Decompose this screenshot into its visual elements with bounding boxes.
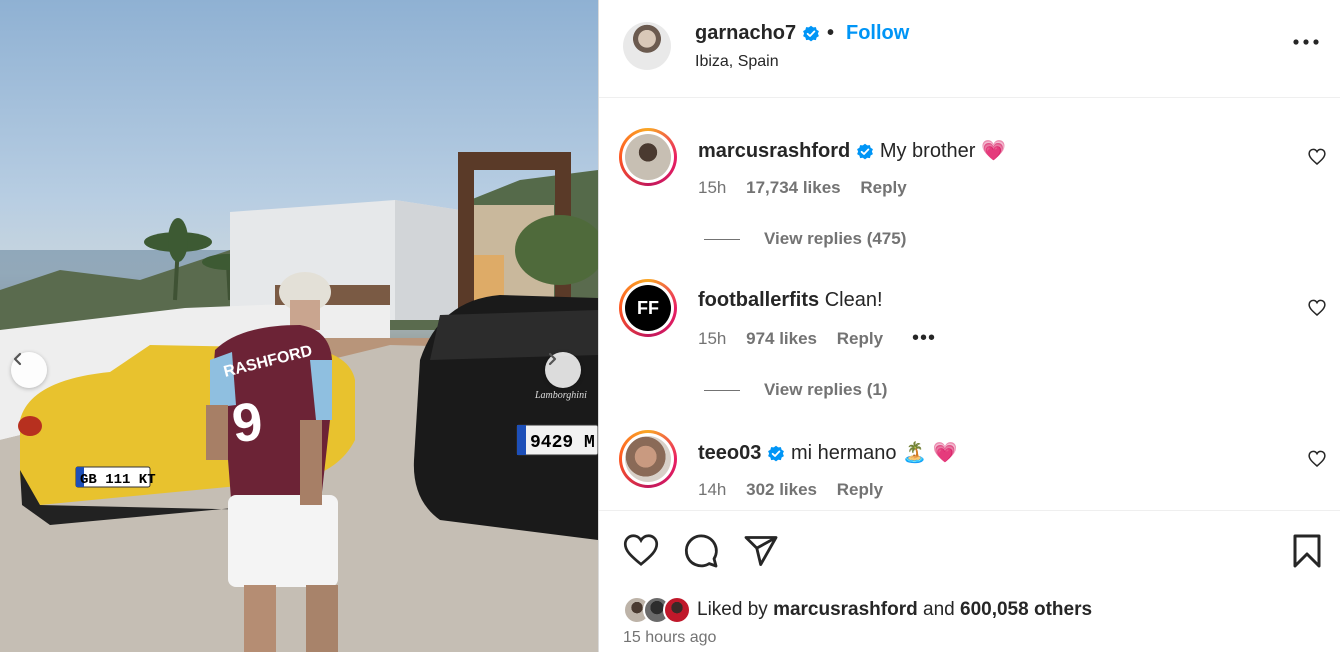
commenter-username[interactable]: marcusrashford <box>698 140 850 162</box>
comment-meta: 15h 974 likes Reply <box>698 329 898 349</box>
chevron-right-icon <box>548 352 557 366</box>
reply-button[interactable]: Reply <box>837 329 883 348</box>
comment-body: teeo03 mi hermano 🏝️ 💗 <box>698 440 957 465</box>
post-header: garnacho7 • Follow Ibiza, Spain <box>599 0 1340 98</box>
comment-time[interactable]: 15h <box>698 329 726 348</box>
post-photo[interactable]: RASHFORD 9 GB 111 KT 9429 M Lamborghini <box>0 0 598 652</box>
comment-body: footballerfits Clean! <box>698 289 883 312</box>
bookmark-icon[interactable] <box>1291 533 1323 569</box>
comment-text: Clean! <box>824 289 883 311</box>
heart-icon[interactable] <box>1308 299 1326 316</box>
comment-icon[interactable] <box>683 533 719 569</box>
reply-button[interactable]: Reply <box>860 178 906 197</box>
heart-icon[interactable] <box>623 533 659 567</box>
avatar-initials: FF <box>637 297 659 318</box>
view-replies-button[interactable]: View replies (1) <box>704 380 887 400</box>
author-username-row[interactable]: garnacho7 <box>695 22 820 45</box>
comment-time[interactable]: 14h <box>698 480 726 499</box>
svg-text:9429 M: 9429 M <box>530 433 595 453</box>
more-options-icon[interactable] <box>1293 38 1319 46</box>
view-replies-button[interactable]: View replies (475) <box>704 229 906 249</box>
svg-text:9: 9 <box>229 391 265 454</box>
liked-count-link[interactable]: 600,058 others <box>960 599 1092 620</box>
comment-meta: 14h 302 likes Reply <box>698 480 898 500</box>
comment-body: marcusrashford My brother 💗 <box>698 138 1006 163</box>
liked-by-text: Liked by marcusrashford and 600,058 othe… <box>697 599 1092 621</box>
follow-button[interactable]: Follow <box>846 22 909 45</box>
comment-likes[interactable]: 974 likes <box>746 329 817 348</box>
post-location[interactable]: Ibiza, Spain <box>695 53 779 71</box>
reply-button[interactable]: Reply <box>837 480 883 499</box>
liked-user-link[interactable]: marcusrashford <box>773 599 918 620</box>
heart-icon[interactable] <box>1308 148 1326 165</box>
liked-and: and <box>923 599 955 620</box>
author-avatar[interactable] <box>623 22 671 70</box>
separator-dot: • <box>827 22 835 44</box>
liked-prefix: Liked by <box>697 599 768 620</box>
commenter-avatar[interactable]: FF <box>619 279 677 337</box>
comment-likes[interactable]: 302 likes <box>746 480 817 499</box>
svg-text:GB 111 KT: GB 111 KT <box>80 472 156 488</box>
verified-badge-icon <box>803 25 820 42</box>
comment-text: My brother <box>879 140 976 162</box>
next-photo-button[interactable] <box>545 352 581 388</box>
author-username[interactable]: garnacho7 <box>695 22 796 44</box>
post-timestamp[interactable]: 15 hours ago <box>623 629 716 647</box>
verified-badge-icon <box>857 143 874 160</box>
comment-time[interactable]: 15h <box>698 178 726 197</box>
commenter-avatar[interactable] <box>619 430 677 488</box>
liked-by-row: Liked by marcusrashford and 600,058 othe… <box>623 594 1092 626</box>
chevron-left-icon <box>13 352 22 366</box>
svg-text:Lamborghini: Lamborghini <box>534 390 587 401</box>
comment-likes[interactable]: 17,734 likes <box>746 178 841 197</box>
comment-text: mi hermano <box>790 442 897 464</box>
commenter-username[interactable]: teeo03 <box>698 442 761 464</box>
verified-badge-icon <box>768 445 785 462</box>
heart-icon[interactable] <box>1308 450 1326 467</box>
comment-meta: 15h 17,734 likes Reply <box>698 178 922 198</box>
comment-emoji: 💗 <box>981 140 1006 162</box>
comment-options-button[interactable]: ••• <box>912 327 936 350</box>
post-side-panel: garnacho7 • Follow Ibiza, Spain marcusra… <box>599 0 1340 652</box>
photo-illustration: RASHFORD 9 GB 111 KT 9429 M Lamborghini <box>0 152 598 652</box>
previous-photo-button[interactable] <box>11 352 47 388</box>
comment-emoji: 🏝️ 💗 <box>902 442 958 464</box>
post-actions-bar: Liked by marcusrashford and 600,058 othe… <box>599 510 1340 652</box>
commenter-avatar[interactable] <box>619 128 677 186</box>
liker-avatar[interactable] <box>663 596 691 624</box>
commenter-username[interactable]: footballerfits <box>698 289 819 311</box>
share-icon[interactable] <box>743 533 779 569</box>
